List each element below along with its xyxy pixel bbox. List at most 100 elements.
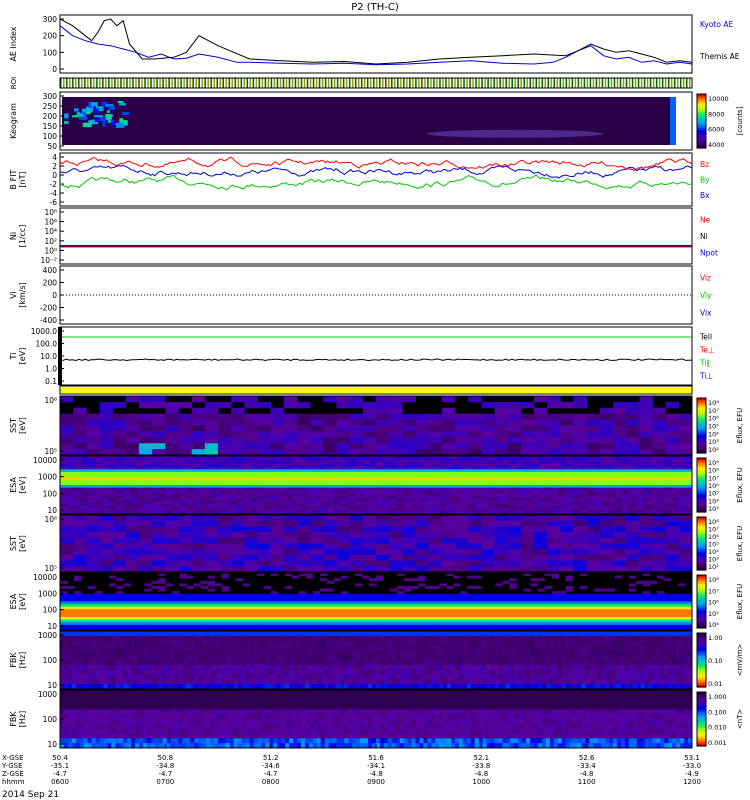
sst_i-cell xyxy=(376,560,390,567)
esa_e-cell xyxy=(586,469,595,473)
esa_e-cell xyxy=(670,487,679,491)
sst_e-cell xyxy=(678,425,693,432)
esa_e-cell xyxy=(277,498,286,502)
sst_e-cell xyxy=(178,443,193,450)
esa_e-cell xyxy=(628,495,637,499)
sst_e-cell xyxy=(494,437,509,444)
esa_e-cell xyxy=(383,503,391,507)
esa_e-cell xyxy=(488,485,496,489)
esa_i-cell xyxy=(621,596,630,600)
sst_e-cell xyxy=(283,401,298,409)
esa_e-cell xyxy=(242,469,250,473)
roi-stripe xyxy=(517,78,519,88)
esa_e-cell xyxy=(558,461,566,465)
esa_e-cell xyxy=(319,463,328,467)
esa_e-cell xyxy=(586,487,595,491)
sst_i-cell xyxy=(191,560,206,567)
esa_e-cell xyxy=(130,469,138,473)
esa_e-cell xyxy=(186,506,194,510)
esa_e-cell xyxy=(467,482,475,486)
esa_i-cell xyxy=(249,606,258,610)
esa_e-cell xyxy=(291,503,300,507)
esa_e-cell xyxy=(81,479,89,483)
sst_e-cell xyxy=(428,425,443,432)
esa_i-cell xyxy=(383,617,391,621)
esa_e-cell xyxy=(74,500,82,504)
roi-stripe xyxy=(541,78,544,88)
esa_i-cell xyxy=(474,604,482,608)
esa_e-cell xyxy=(376,474,384,478)
esa_e-cell xyxy=(270,500,279,504)
esa_e-cell xyxy=(242,508,250,512)
roi-stripe xyxy=(78,78,80,88)
fbk_e-cell xyxy=(616,631,622,637)
sst_i-cell xyxy=(297,532,311,539)
esa_e-cell xyxy=(116,469,124,473)
esa_i-cell xyxy=(214,617,222,621)
esa_i-cell xyxy=(144,606,152,610)
esa_e-cell xyxy=(383,492,391,496)
esa_e-cell xyxy=(467,471,475,475)
esa_i-cell xyxy=(579,601,588,605)
esa_e-cell xyxy=(165,474,173,478)
sst_i-cell xyxy=(362,526,377,533)
roi-stripe xyxy=(466,78,468,88)
esa_e-cell xyxy=(305,495,314,499)
esa_e-cell xyxy=(376,458,384,462)
esa_i-cell xyxy=(137,593,145,597)
esa_i-cell xyxy=(439,601,447,605)
sst_e-cell xyxy=(415,431,430,438)
esa_i-cell xyxy=(467,624,475,628)
esa_e-cell xyxy=(390,479,398,483)
esa_i-cell xyxy=(670,606,679,610)
esa_e-cell xyxy=(649,474,658,478)
esa_i-cell xyxy=(298,596,307,600)
roi-stripe xyxy=(354,78,357,88)
sst_i-cell xyxy=(310,543,324,550)
esa_e-cell xyxy=(628,466,637,470)
esa_e-cell xyxy=(523,458,531,462)
sst_e-cell xyxy=(349,396,364,403)
sst_e-cell xyxy=(139,413,153,420)
temp-ytick-label: 10.0 xyxy=(40,352,57,361)
sst_e-cell xyxy=(112,413,127,420)
esa_i-cell xyxy=(242,593,250,597)
sst_e-cell xyxy=(297,419,311,426)
sst_i-cell xyxy=(99,520,114,527)
esa_i-cell xyxy=(214,598,222,602)
esa_e-cell xyxy=(530,474,538,478)
esa_i-cell xyxy=(579,606,588,610)
esa_e-cell xyxy=(123,508,131,512)
sst_i-cell xyxy=(507,560,522,567)
esa_i-cell xyxy=(165,609,173,613)
esa_e-cell xyxy=(677,492,686,496)
esa_e-cell xyxy=(312,500,321,504)
esa_i-cell xyxy=(277,604,286,608)
sst_e-cell xyxy=(323,431,337,438)
esa_i-cell xyxy=(67,619,75,623)
esa_e-cell xyxy=(495,495,503,499)
sst_e-cell xyxy=(99,425,114,432)
esa_e-cell xyxy=(397,498,405,502)
esa_e-cell xyxy=(635,458,644,462)
esa_e-cell xyxy=(249,490,258,494)
esa_e-cell xyxy=(467,474,475,478)
roi-stripe xyxy=(330,78,333,88)
sst_i-cell xyxy=(652,515,667,522)
sst_e-cell xyxy=(639,443,653,450)
esa_e-cell xyxy=(284,463,293,467)
esa_e-cell xyxy=(361,508,370,512)
esa_e-cell xyxy=(411,503,419,507)
esa_i-cell xyxy=(586,593,595,597)
esa_e-cell xyxy=(263,492,272,496)
sst_i-cell xyxy=(139,526,153,533)
esa_i-cell xyxy=(404,606,412,610)
esa_e-cell xyxy=(397,458,405,462)
esa_e-cell xyxy=(607,463,616,467)
esa_e-cell xyxy=(312,490,321,494)
esa_i-cell xyxy=(600,606,609,610)
esa_i-cell xyxy=(397,611,405,615)
esa_i-cell xyxy=(418,593,426,597)
sst_i-cell xyxy=(178,515,193,522)
esa_e-cell xyxy=(235,506,243,510)
